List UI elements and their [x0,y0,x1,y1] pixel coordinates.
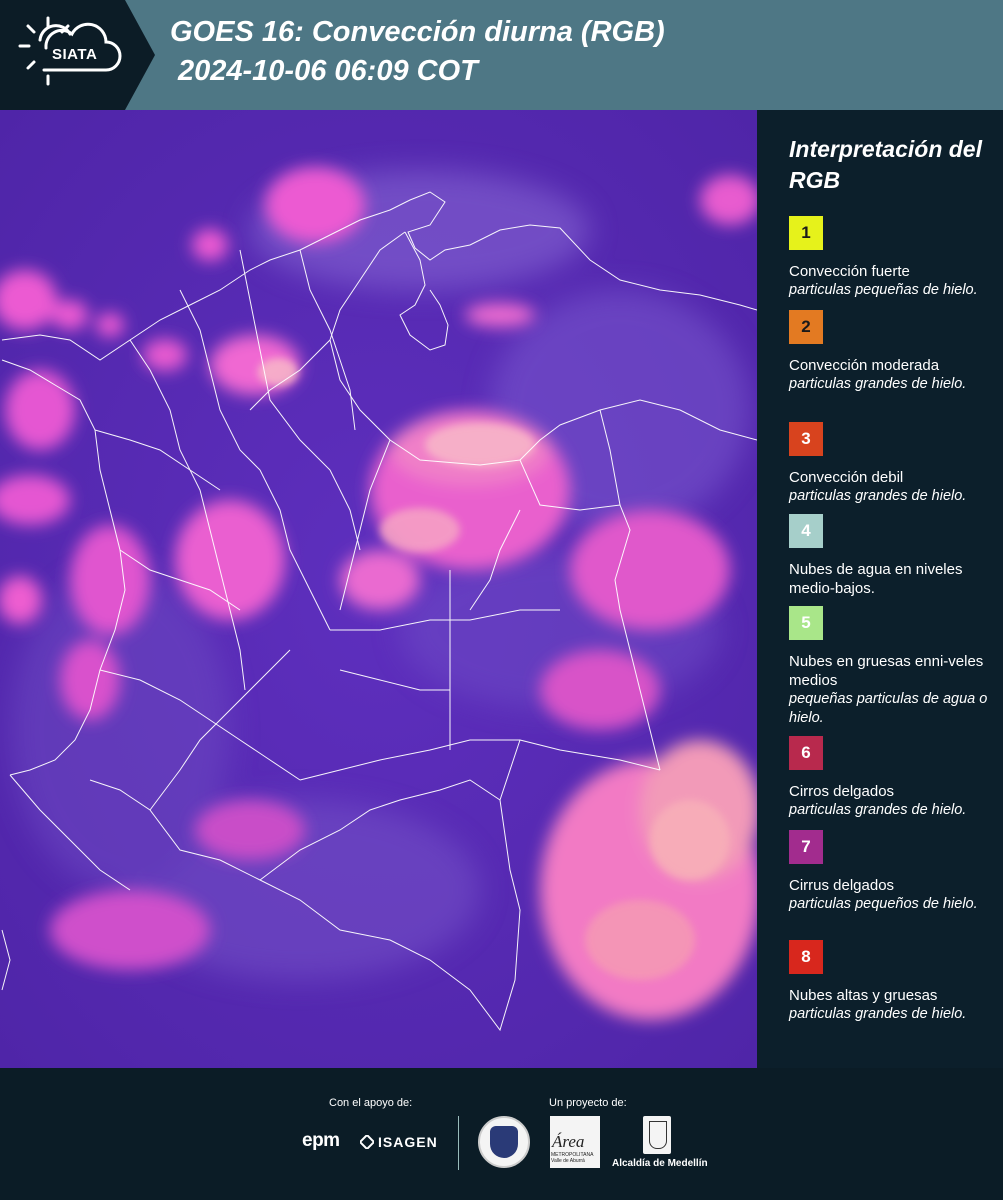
legend-item: 4 Nubes de agua en niveles medio-bajos. [789,514,989,598]
footer: Con el apoyo de: Un proyecto de: epm ISA… [0,1068,1003,1200]
legend-swatch: 6 [789,736,823,770]
satellite-map[interactable] [0,110,757,1068]
header-bar: SIATA GOES 16: Convección diurna (RGB) 2… [0,0,1003,110]
legend-item: 2 Convección moderada particulas grandes… [789,310,989,394]
legend-swatch: 3 [789,422,823,456]
isagen-logo: ISAGEN [360,1134,438,1150]
legend-desc: particulas pequeñas de hielo. [789,282,978,298]
legend-item: 7 Cirrus delgados particulas pequeños de… [789,830,989,914]
legend-label: Cirrus delgados [789,877,895,894]
legend-desc: particulas grandes de hielo. [789,376,967,392]
legend-label: Convección fuerte [789,263,910,280]
legend-swatch: 8 [789,940,823,974]
area-logo-text: Área [552,1132,585,1151]
timestamp: 2024-10-06 06:09 COT [178,55,478,87]
footer-divider [458,1116,459,1170]
page-title: GOES 16: Convección diurna (RGB) [170,16,665,48]
medellin-logo [643,1116,671,1154]
support-label: Con el apoyo de: [329,1097,413,1109]
satellite-image [0,110,757,1068]
legend-swatch: 4 [789,514,823,548]
legend-item: 8 Nubes altas y gruesas particulas grand… [789,940,989,1024]
legend-swatch: 1 [789,216,823,250]
legend-item: 1 Convección fuerte particulas pequeñas … [789,216,989,300]
shield-icon [490,1126,518,1158]
legend-item: 5 Nubes en gruesas enni-veles medios peq… [789,606,989,728]
legend-title: Interpretación del RGB [789,136,982,193]
legend-swatch: 2 [789,310,823,344]
legend-desc: particulas pequeños de hielo. [789,896,978,912]
legend-panel: Interpretación del RGB 1 Convección fuer… [757,110,1003,1068]
siata-logo: SIATA [0,0,155,110]
legend-label: Convección debil [789,469,904,486]
legend-label: Nubes altas y gruesas [789,987,938,1004]
area-metropolitana-logo: Área METROPOLITANA Valle de Aburrá [550,1116,600,1168]
area-logo-sub: METROPOLITANA Valle de Aburrá [551,1152,594,1164]
legend-desc: pequeñas particulas de agua o hielo. [789,691,988,726]
medellin-label: Alcaldía de Medellín [612,1158,708,1169]
legend-label: Convección moderada [789,357,940,374]
isagen-icon [360,1135,374,1149]
legend-desc: particulas grandes de hielo. [789,802,967,818]
legend-swatch: 7 [789,830,823,864]
legend-label: Nubes en gruesas enni-veles medios [789,653,984,689]
isagen-text: ISAGEN [378,1134,438,1150]
legend-desc: particulas grandes de hielo. [789,1006,967,1022]
legend-desc: particulas grandes de hielo. [789,488,967,504]
coat-of-arms-icon [649,1121,667,1149]
epm-logo: epm [302,1130,340,1151]
project-label: Un proyecto de: [549,1097,627,1109]
legend-label: Cirros delgados [789,783,895,800]
logo-text: SIATA [52,46,98,63]
legend-item: 6 Cirros delgados particulas grandes de … [789,736,989,820]
seal-logo [478,1116,530,1168]
legend-swatch: 5 [789,606,823,640]
legend-label: Nubes de agua en niveles medio-bajos. [789,561,963,597]
legend-item: 3 Convección debil particulas grandes de… [789,422,989,506]
